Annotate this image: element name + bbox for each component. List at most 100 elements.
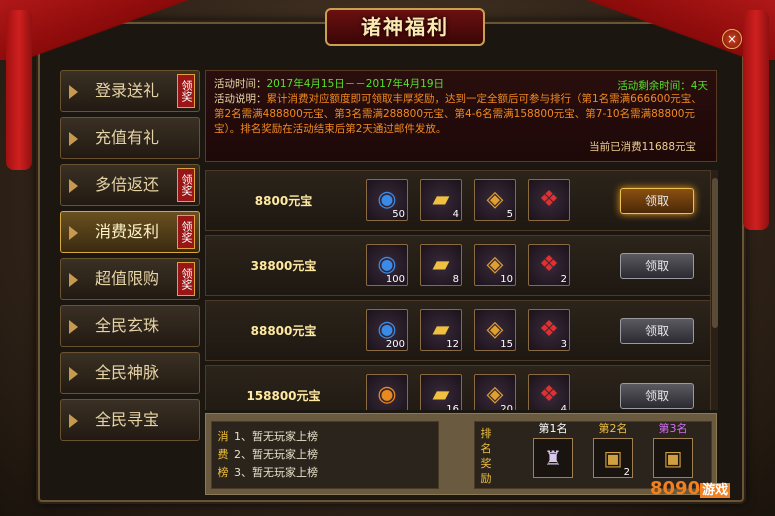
reward-row: 38800元宝 ◉ 100 ▰ 8 ◈ 10 ❖ 2 领取 [205,235,717,296]
sidebar-item-6[interactable]: 全民神脉 [60,352,200,394]
sidebar-item-3[interactable]: 消费返利 领奖 [60,211,200,253]
reward-rows[interactable]: 8800元宝 ◉ 50 ▰ 4 ◈ 5 ❖ 领取 38800元宝 ◉ 100 ▰ 8 ◈ 10 ❖ 2 领取 8880… [205,170,717,410]
scrollbar[interactable] [710,170,718,410]
desc-text: 累计消费对应额度即可领取丰厚奖励，达到一定全额后可参与排行（第1名需满66660… [214,93,702,135]
prize-slot[interactable]: ♜ [533,438,573,478]
sidebar-item-1[interactable]: 充值有礼 [60,117,200,159]
reward-item-slot[interactable]: ▰ 8 [420,244,462,286]
rank-prize[interactable]: 第3名 ▣ [649,422,697,478]
claim-button[interactable]: 领取 [620,253,694,279]
arrow-icon [69,414,78,428]
sidebar-item-label: 充值有礼 [95,128,160,147]
logo-text: 8090 [650,478,701,499]
item-count: 12 [446,339,459,350]
right-ribbon [743,10,769,230]
orange-orb-icon: ◉ [377,382,397,407]
item-count: 10 [500,274,513,285]
time-remaining: 活动剩余时间：4天 [617,80,708,92]
sidebar-item-5[interactable]: 全民玄珠 [60,305,200,347]
reward-badge: 领奖 [177,262,195,296]
item-count: 2 [623,467,630,478]
prize-rank-label: 第3名 [658,422,688,435]
arrow-icon [69,85,78,99]
reward-badge: 领奖 [177,168,195,202]
reward-badge: 领奖 [177,215,195,249]
arrow-icon [69,226,78,240]
ranking-entries: 1、暂无玩家上榜 2、暂无玩家上榜 3、暂无玩家上榜 [234,428,318,482]
item-count: 5 [506,209,513,220]
sidebar-item-label: 超值限购 [95,269,160,288]
left-drape [0,0,300,60]
reward-item-slot[interactable]: ❖ 2 [528,244,570,286]
item-count: 8 [452,274,459,285]
prize-rank-label: 第1名 [538,422,568,435]
item-count: 4 [560,404,567,410]
panel-title: 诸神福利 [325,8,485,46]
item-count: 100 [385,274,405,285]
item-count: 50 [392,209,405,220]
reward-item-slot[interactable]: ◈ 20 [474,374,516,410]
reward-item-slot[interactable]: ▰ 12 [420,309,462,351]
left-ribbon [6,10,32,170]
item-count: 15 [500,339,513,350]
reward-item-slot[interactable]: ▰ 16 [420,374,462,410]
sidebar-item-7[interactable]: 全民寻宝 [60,399,200,441]
arrow-icon [69,320,78,334]
item-count: 200 [385,339,405,350]
reward-item-slot[interactable]: ◉ [366,374,408,410]
close-icon[interactable]: × [722,29,742,49]
reward-item-slot[interactable]: ◉ 50 [366,179,408,221]
time-label: 活动时间： [214,78,267,90]
sidebar-item-label: 登录送礼 [95,81,160,100]
reward-item-slot[interactable]: ❖ 4 [528,374,570,410]
rank-prize[interactable]: 第2名 ▣ 2 [589,422,637,478]
ranking-entry: 1、暂无玩家上榜 [234,430,318,443]
reward-item-slot[interactable]: ◈ 5 [474,179,516,221]
item-count: 20 [500,404,513,410]
arrow-icon [69,367,78,381]
reward-row: 8800元宝 ◉ 50 ▰ 4 ◈ 5 ❖ 领取 [205,170,717,231]
required-amount: 8800元宝 [254,194,313,208]
prize-rank-label: 第2名 [598,422,628,435]
arrow-icon [69,179,78,193]
claim-button[interactable]: 领取 [620,383,694,409]
sidebar-item-label: 多倍返还 [95,175,160,194]
prize-slot[interactable]: ▣ [653,438,693,478]
prize-slot[interactable]: ▣ 2 [593,438,633,478]
reward-item-slot[interactable]: ◉ 200 [366,309,408,351]
claim-button[interactable]: 领取 [620,318,694,344]
reward-item-slot[interactable]: ▰ 4 [420,179,462,221]
chest-icon: ▣ [603,446,623,470]
reward-badge: 领奖 [177,74,195,108]
robe-icon: ♜ [544,446,562,470]
reward-item-slot[interactable]: ❖ 3 [528,309,570,351]
site-logo: 8090 游戏 [650,478,731,499]
claim-button[interactable]: 领取 [620,188,694,214]
arrow-icon [69,132,78,146]
reward-item-slot[interactable]: ◈ 15 [474,309,516,351]
red-gem-icon: ❖ [539,187,559,212]
sidebar-item-label: 消费返利 [95,222,160,241]
sidebar-item-label: 全民神脉 [95,363,160,382]
chest-icon: ▣ [663,446,683,470]
reward-item-slot[interactable]: ◉ 100 [366,244,408,286]
sidebar-item-0[interactable]: 登录送礼 领奖 [60,70,200,112]
item-count: 16 [446,404,459,410]
desc-label: 活动说明： [214,93,267,105]
reward-item-slot[interactable]: ◈ 10 [474,244,516,286]
sidebar-item-4[interactable]: 超值限购 领奖 [60,258,200,300]
item-count: 4 [452,209,459,220]
rank-prize[interactable]: 第1名 ♜ [529,422,577,478]
reward-item-slot[interactable]: ❖ [528,179,570,221]
item-count: 2 [560,274,567,285]
scroll-thumb[interactable] [712,178,718,328]
ranking-title: 消费榜 [217,430,229,479]
sidebar-item-label: 全民玄珠 [95,316,160,335]
required-amount: 38800元宝 [250,259,317,273]
event-info: 活动时间：2017年4月15日－－2017年4月19日 活动剩余时间：4天 活动… [205,70,717,162]
ranking-entry: 3、暂无玩家上榜 [234,466,318,479]
required-amount: 88800元宝 [250,324,317,338]
time-value: 2017年4月15日－－2017年4月19日 [266,78,445,90]
reward-row: 88800元宝 ◉ 200 ▰ 12 ◈ 15 ❖ 3 领取 [205,300,717,361]
sidebar-item-2[interactable]: 多倍返还 领奖 [60,164,200,206]
